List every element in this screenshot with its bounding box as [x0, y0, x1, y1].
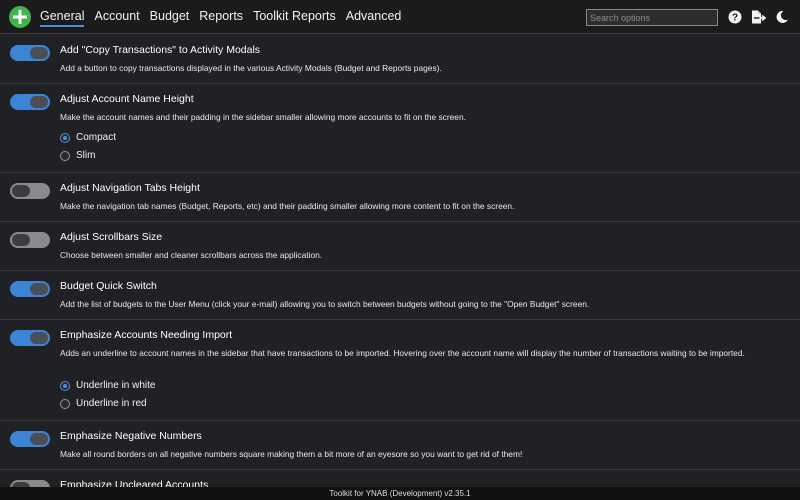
- setting-title: Emphasize Uncleared Accounts: [60, 479, 209, 487]
- toggle-knob: [12, 234, 30, 246]
- radio-option-slim[interactable]: Slim: [60, 150, 95, 161]
- setting-row: Adjust Scrollbars Size Choose between sm…: [0, 222, 800, 271]
- settings-tabs: General Account Budget Reports Toolkit R…: [40, 9, 411, 27]
- setting-title: Budget Quick Switch: [60, 280, 157, 292]
- setting-description: Make the account names and their padding…: [60, 112, 466, 122]
- radio-label: Slim: [76, 150, 96, 161]
- setting-row: Emphasize Accounts Needing Import Adds a…: [0, 320, 800, 421]
- toggle-knob: [30, 433, 48, 445]
- export-icon[interactable]: [751, 10, 767, 24]
- setting-row: Adjust Navigation Tabs Height Make the n…: [0, 173, 800, 222]
- setting-toggle[interactable]: [10, 330, 50, 346]
- top-bar: General Account Budget Reports Toolkit R…: [0, 0, 800, 34]
- radio-label: Compact: [76, 132, 117, 143]
- setting-row: Emphasize Uncleared Accounts: [0, 470, 800, 487]
- toggle-knob: [30, 332, 48, 344]
- setting-description: Make all round borders on all negative n…: [60, 449, 523, 459]
- svg-text:?: ?: [732, 13, 738, 24]
- setting-description: Add the list of budgets to the User Menu…: [60, 299, 590, 309]
- setting-description: Adds an underline to account names in th…: [60, 348, 745, 358]
- setting-toggle[interactable]: [10, 183, 50, 199]
- radio-button[interactable]: [60, 380, 70, 391]
- setting-toggle[interactable]: [10, 480, 50, 487]
- radio-option-underline-red[interactable]: Underline in red: [60, 398, 147, 409]
- add-logo-icon[interactable]: [9, 6, 31, 28]
- setting-title: Adjust Scrollbars Size: [60, 231, 163, 243]
- radio-button[interactable]: [60, 132, 70, 143]
- setting-title: Emphasize Accounts Needing Import: [60, 329, 233, 341]
- setting-toggle[interactable]: [10, 232, 50, 248]
- help-icon[interactable]: ?: [728, 10, 742, 24]
- tab-reports[interactable]: Reports: [199, 9, 243, 27]
- setting-row: Emphasize Negative Numbers Make all roun…: [0, 421, 800, 470]
- setting-title: Adjust Navigation Tabs Height: [60, 182, 200, 194]
- dark-mode-icon[interactable]: [775, 10, 789, 24]
- radio-button[interactable]: [60, 150, 70, 161]
- setting-description: Choose between smaller and cleaner scrol…: [60, 250, 323, 260]
- radio-option-compact[interactable]: Compact: [60, 132, 116, 143]
- tab-toolkit-reports[interactable]: Toolkit Reports: [253, 9, 336, 27]
- setting-row: Budget Quick Switch Add the list of budg…: [0, 271, 800, 320]
- tab-budget[interactable]: Budget: [150, 9, 190, 27]
- setting-toggle[interactable]: [10, 431, 50, 447]
- setting-row: Add "Copy Transactions" to Activity Moda…: [0, 35, 800, 84]
- radio-button[interactable]: [60, 398, 70, 409]
- setting-title: Add "Copy Transactions" to Activity Moda…: [60, 44, 261, 56]
- tab-account[interactable]: Account: [94, 9, 139, 27]
- setting-row: Adjust Account Name Height Make the acco…: [0, 84, 800, 173]
- setting-description: Make the navigation tab names (Budget, R…: [60, 201, 515, 211]
- search-input[interactable]: [586, 9, 718, 26]
- tab-general[interactable]: General: [40, 9, 85, 27]
- tab-advanced[interactable]: Advanced: [346, 9, 402, 27]
- setting-title: Adjust Account Name Height: [60, 93, 194, 105]
- setting-toggle[interactable]: [10, 45, 50, 61]
- setting-title: Emphasize Negative Numbers: [60, 430, 202, 442]
- radio-label: Underline in white: [76, 380, 156, 391]
- version-footer: Toolkit for YNAB (Development) v2.35.1: [0, 487, 800, 500]
- toggle-knob: [30, 96, 48, 108]
- setting-description: Add a button to copy transactions displa…: [60, 63, 442, 73]
- settings-list: Add "Copy Transactions" to Activity Moda…: [0, 35, 800, 487]
- setting-toggle[interactable]: [10, 281, 50, 297]
- setting-toggle[interactable]: [10, 94, 50, 110]
- toggle-knob: [12, 185, 30, 197]
- toggle-knob: [30, 283, 48, 295]
- toggle-knob: [30, 47, 48, 59]
- radio-option-underline-white[interactable]: Underline in white: [60, 380, 156, 391]
- radio-label: Underline in red: [76, 398, 147, 409]
